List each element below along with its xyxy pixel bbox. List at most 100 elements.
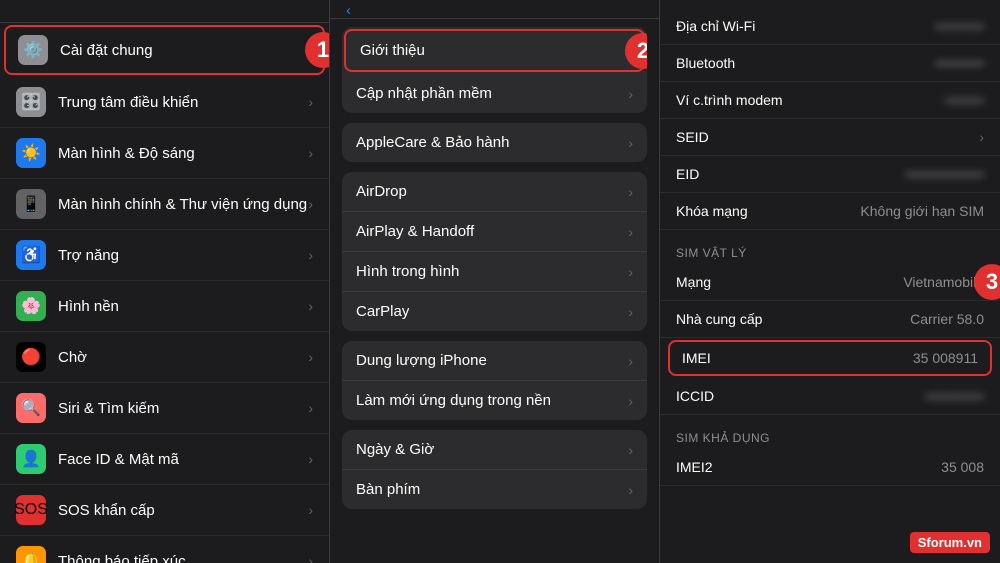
chevron-icon: › [308, 247, 313, 263]
info-key-simlock: Khóa mạng [676, 203, 796, 219]
info-key-bluetooth: Bluetooth [676, 55, 796, 71]
mid-item-airplay[interactable]: AirPlay & Handoff› [342, 212, 647, 252]
display-icon: ☀️ [16, 138, 46, 168]
chevron-icon: › [628, 184, 633, 200]
mid-item-airdrop[interactable]: AirDrop› [342, 172, 647, 212]
chevron-icon: › [628, 482, 633, 498]
general-header: ‹ [330, 0, 659, 19]
info-val-imei: 35 008911 [802, 350, 978, 366]
chevron-icon: › [308, 400, 313, 416]
info-val-simlock: Không giới hạn SIM [796, 203, 984, 219]
sidebar-label-siri: Chờ [58, 349, 308, 366]
mid-label-bgrefresh: Làm mới ứng dụng trong nền [356, 392, 628, 409]
chevron-icon: › [308, 145, 313, 161]
info-row-seid[interactable]: SEID› [660, 119, 1000, 156]
info-row-imei: IMEI35 008911 [668, 340, 992, 376]
step-badge-3: 3 [974, 264, 1000, 300]
mid-label-storage: Dung lượng iPhone [356, 352, 628, 369]
info-key-carrier: Nhà cung cấp [676, 311, 796, 327]
mid-item-datetime[interactable]: Ngày & Giờ› [342, 430, 647, 470]
info-row-eid: EID•••••••••••••••• [660, 156, 1000, 193]
back-button[interactable]: ‹ [346, 2, 351, 19]
mid-group-3: Dung lượng iPhone›Làm mới ứng dụng trong… [342, 341, 647, 420]
info-key-wifi: Địa chỉ Wi-Fi [676, 18, 796, 34]
mid-label-datetime: Ngày & Giờ [356, 441, 628, 458]
info-row-simlock: Khóa mạngKhông giới hạn SIM [660, 193, 1000, 230]
chevron-icon: › [308, 298, 313, 314]
info-key-eid: EID [676, 166, 796, 182]
section-sim-kha-dung: SIM KHẢ DỤNG [660, 415, 1000, 449]
mid-item-update[interactable]: Cập nhật phần mềm› [342, 74, 647, 113]
chevron-icon: › [628, 442, 633, 458]
chevron-icon: › [308, 502, 313, 518]
chevron-icon: › [308, 94, 313, 110]
faceidmask-icon: 👤 [16, 444, 46, 474]
wallpaper-icon: 🌸 [16, 291, 46, 321]
mid-label-airdrop: AirDrop [356, 183, 628, 200]
chevron-icon: › [979, 129, 984, 145]
settings-header [0, 0, 329, 23]
sidebar-item-homescreen[interactable]: 📱Màn hình chính & Thư viện ứng dụng› [0, 179, 329, 230]
sidebar-item-faceidmask[interactable]: 👤 Face ID & Mật mã› [0, 434, 329, 485]
mid-label-intro: Giới thiệu [360, 42, 624, 59]
device-info-list: Địa chỉ Wi-Fi••••••••••Bluetooth••••••••… [660, 0, 1000, 563]
faceid-icon: 🔍 [16, 393, 46, 423]
mid-group-1: AppleCare & Bảo hành› [342, 123, 647, 162]
mid-group-2: AirDrop›AirPlay & Handoff›Hình trong hìn… [342, 172, 647, 331]
info-val-network: Vietnamobile [796, 274, 984, 290]
general-settings-panel: ‹ Giới thiệu›2Cập nhật phần mềm› AppleCar… [330, 0, 660, 563]
homescreen-icon: 📱 [16, 189, 46, 219]
sidebar-item-siri[interactable]: 🔴 Chờ› [0, 332, 329, 383]
sidebar-label-sos: SOS khẩn cấp [58, 502, 308, 519]
sidebar-item-wallpaper[interactable]: 🌸 Hình nền› [0, 281, 329, 332]
sidebar-label-wallpaper: Hình nền [58, 298, 308, 315]
info-row-bluetooth: Bluetooth•••••••••• [660, 45, 1000, 82]
mid-item-applecare[interactable]: AppleCare & Bảo hành› [342, 123, 647, 162]
info-key-imei2: IMEI2 [676, 459, 796, 475]
general-list: Giới thiệu›2Cập nhật phần mềm› AppleCare … [330, 27, 659, 519]
sidebar-item-exposure[interactable]: 🔔Thông báo tiếp xúc› [0, 536, 329, 563]
mid-item-bgrefresh[interactable]: Làm mới ứng dụng trong nền› [342, 381, 647, 420]
accessibility-icon: ♿ [16, 240, 46, 270]
device-info-panel: Địa chỉ Wi-Fi••••••••••Bluetooth••••••••… [660, 0, 1000, 563]
sidebar-label-exposure: Thông báo tiếp xúc [58, 553, 308, 563]
sidebar-label-faceidmask: Face ID & Mật mã [58, 451, 308, 468]
mid-item-keyboard[interactable]: Bàn phím› [342, 470, 647, 509]
chevron-icon: › [308, 349, 313, 365]
sidebar-item-sos[interactable]: SOSSOS khẩn cấp› [0, 485, 329, 536]
sidebar-label-homescreen: Màn hình chính & Thư viện ứng dụng [58, 196, 308, 213]
chevron-icon: › [628, 86, 633, 102]
sidebar-item-accessibility[interactable]: ♿ Trợ năng› [0, 230, 329, 281]
info-key-modem: Ví c.trình modem [676, 92, 796, 108]
sidebar-item-control[interactable]: 🎛️Trung tâm điều khiển› [0, 77, 329, 128]
sidebar-label-accessibility: Trợ năng [58, 247, 308, 264]
mid-label-carplay: CarPlay [356, 303, 628, 320]
chevron-icon: › [628, 135, 633, 151]
sidebar-item-faceid[interactable]: 🔍 Siri & Tìm kiếm› [0, 383, 329, 434]
chevron-icon: › [308, 451, 313, 467]
mid-label-airplay: AirPlay & Handoff [356, 223, 628, 240]
siri-icon: 🔴 [16, 342, 46, 372]
chevron-icon: › [628, 224, 633, 240]
mid-label-applecare: AppleCare & Bảo hành [356, 134, 628, 151]
mid-item-storage[interactable]: Dung lượng iPhone› [342, 341, 647, 381]
mid-item-intro[interactable]: Giới thiệu›2 [344, 29, 645, 72]
mid-item-carplay[interactable]: CarPlay› [342, 292, 647, 331]
chevron-icon: › [308, 553, 313, 563]
chevron-icon: › [628, 393, 633, 409]
mid-label-pip: Hình trong hình [356, 263, 628, 280]
info-val-modem: •••••••• [796, 92, 984, 108]
chevron-icon: › [628, 304, 633, 320]
sidebar-label-faceid: Siri & Tìm kiếm [58, 400, 308, 417]
step-badge-1: 1 [305, 32, 329, 68]
info-row-carrier: Nhà cung cấpCarrier 58.0 [660, 301, 1000, 338]
mid-group-0: Giới thiệu›2Cập nhật phần mềm› [342, 27, 647, 113]
sidebar-item-display[interactable]: ☀️Màn hình & Độ sáng› [0, 128, 329, 179]
sidebar-item-general[interactable]: ⚙️Cài đặt chung›1 [4, 25, 325, 75]
info-key-imei: IMEI [682, 350, 802, 366]
control-icon: 🎛️ [16, 87, 46, 117]
info-row-network: MạngVietnamobile3 [660, 264, 1000, 301]
mid-item-pip[interactable]: Hình trong hình› [342, 252, 647, 292]
chevron-icon: › [628, 353, 633, 369]
info-val-imei2: 35 008 [796, 459, 984, 475]
